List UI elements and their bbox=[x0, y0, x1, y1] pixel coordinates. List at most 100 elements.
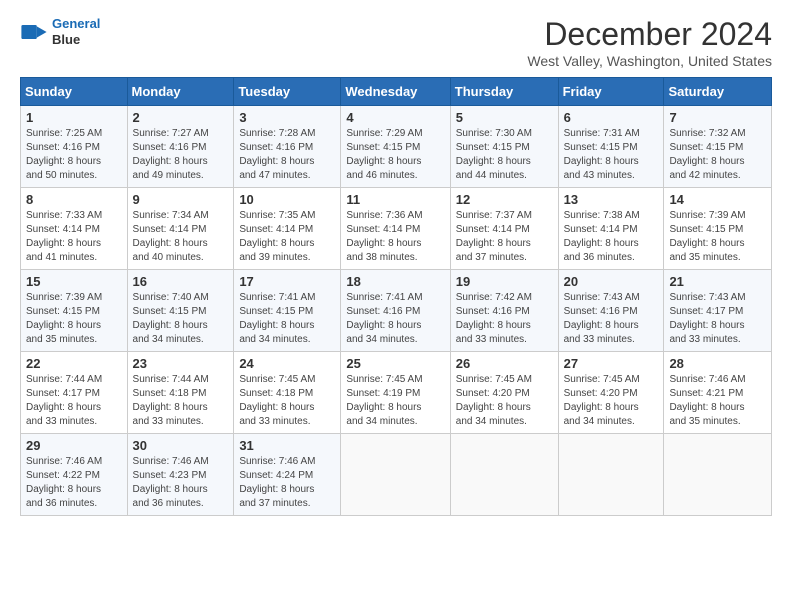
calendar-cell: 12 Sunrise: 7:37 AMSunset: 4:14 PMDayligh… bbox=[450, 188, 558, 270]
calendar-week: 8 Sunrise: 7:33 AMSunset: 4:14 PMDaylight… bbox=[21, 188, 772, 270]
calendar-cell: 28 Sunrise: 7:46 AMSunset: 4:21 PMDayligh… bbox=[664, 352, 772, 434]
calendar-week: 15 Sunrise: 7:39 AMSunset: 4:15 PMDayligh… bbox=[21, 270, 772, 352]
calendar-cell: 31 Sunrise: 7:46 AMSunset: 4:24 PMDayligh… bbox=[234, 434, 341, 516]
calendar-table: SundayMondayTuesdayWednesdayThursdayFrid… bbox=[20, 77, 772, 516]
day-info: Sunrise: 7:36 AMSunset: 4:14 PMDaylight:… bbox=[346, 209, 444, 265]
day-number: 13 bbox=[564, 192, 659, 207]
page-title: December 2024 bbox=[527, 16, 772, 53]
day-info: Sunrise: 7:43 AMSunset: 4:17 PMDaylight:… bbox=[669, 291, 766, 347]
day-info: Sunrise: 7:28 AMSunset: 4:16 PMDaylight:… bbox=[239, 127, 335, 183]
calendar-cell: 24 Sunrise: 7:45 AMSunset: 4:18 PMDayligh… bbox=[234, 352, 341, 434]
day-number: 9 bbox=[133, 192, 229, 207]
day-info: Sunrise: 7:45 AMSunset: 4:20 PMDaylight:… bbox=[564, 373, 659, 429]
day-number: 28 bbox=[669, 356, 766, 371]
calendar-cell: 5 Sunrise: 7:30 AMSunset: 4:15 PMDaylight… bbox=[450, 106, 558, 188]
day-number: 26 bbox=[456, 356, 553, 371]
day-number: 8 bbox=[26, 192, 122, 207]
day-number: 1 bbox=[26, 110, 122, 125]
day-number: 31 bbox=[239, 438, 335, 453]
day-number: 5 bbox=[456, 110, 553, 125]
calendar-cell: 20Sunrise: 7:43 AMSunset: 4:16 PMDayligh… bbox=[558, 270, 664, 352]
day-info: Sunrise: 7:42 AMSunset: 4:16 PMDaylight:… bbox=[456, 291, 553, 347]
day-info: Sunrise: 7:34 AMSunset: 4:14 PMDaylight:… bbox=[133, 209, 229, 265]
day-info: Sunrise: 7:30 AMSunset: 4:15 PMDaylight:… bbox=[456, 127, 553, 183]
header-day: Thursday bbox=[450, 78, 558, 106]
calendar-week: 22 Sunrise: 7:44 AMSunset: 4:17 PMDayligh… bbox=[21, 352, 772, 434]
day-number: 16 bbox=[133, 274, 229, 289]
day-number: 23 bbox=[133, 356, 229, 371]
day-info: Sunrise: 7:45 AMSunset: 4:20 PMDaylight:… bbox=[456, 373, 553, 429]
calendar-cell: 8 Sunrise: 7:33 AMSunset: 4:14 PMDaylight… bbox=[21, 188, 128, 270]
calendar-cell: 11 Sunrise: 7:36 AMSunset: 4:14 PMDayligh… bbox=[341, 188, 450, 270]
day-number: 15 bbox=[26, 274, 122, 289]
day-number: 3 bbox=[239, 110, 335, 125]
day-info: Sunrise: 7:35 AMSunset: 4:14 PMDaylight:… bbox=[239, 209, 335, 265]
day-number: 24 bbox=[239, 356, 335, 371]
day-info: Sunrise: 7:41 AMSunset: 4:15 PMDaylight:… bbox=[239, 291, 335, 347]
day-info: Sunrise: 7:45 AMSunset: 4:19 PMDaylight:… bbox=[346, 373, 444, 429]
header-day: Saturday bbox=[664, 78, 772, 106]
calendar-cell: 30Sunrise: 7:46 AMSunset: 4:23 PMDayligh… bbox=[127, 434, 234, 516]
day-info: Sunrise: 7:41 AMSunset: 4:16 PMDaylight:… bbox=[346, 291, 444, 347]
calendar-cell: 18Sunrise: 7:41 AMSunset: 4:16 PMDayligh… bbox=[341, 270, 450, 352]
calendar-body: 1 Sunrise: 7:25 AMSunset: 4:16 PMDaylight… bbox=[21, 106, 772, 516]
day-number: 22 bbox=[26, 356, 122, 371]
page-header: General Blue December 2024 West Valley, … bbox=[20, 16, 772, 69]
day-number: 12 bbox=[456, 192, 553, 207]
day-info: Sunrise: 7:46 AMSunset: 4:23 PMDaylight:… bbox=[133, 455, 229, 511]
page-subtitle: West Valley, Washington, United States bbox=[527, 53, 772, 69]
day-info: Sunrise: 7:33 AMSunset: 4:14 PMDaylight:… bbox=[26, 209, 122, 265]
day-info: Sunrise: 7:46 AMSunset: 4:24 PMDaylight:… bbox=[239, 455, 335, 511]
logo-icon bbox=[20, 18, 48, 46]
header-row: SundayMondayTuesdayWednesdayThursdayFrid… bbox=[21, 78, 772, 106]
calendar-cell bbox=[664, 434, 772, 516]
day-number: 29 bbox=[26, 438, 122, 453]
calendar-cell: 23 Sunrise: 7:44 AMSunset: 4:18 PMDayligh… bbox=[127, 352, 234, 434]
day-info: Sunrise: 7:25 AMSunset: 4:16 PMDaylight:… bbox=[26, 127, 122, 183]
day-info: Sunrise: 7:31 AMSunset: 4:15 PMDaylight:… bbox=[564, 127, 659, 183]
day-info: Sunrise: 7:39 AMSunset: 4:15 PMDaylight:… bbox=[26, 291, 122, 347]
calendar-cell: 4Sunrise: 7:29 AMSunset: 4:15 PMDaylight… bbox=[341, 106, 450, 188]
calendar-week: 1 Sunrise: 7:25 AMSunset: 4:16 PMDaylight… bbox=[21, 106, 772, 188]
calendar-cell bbox=[450, 434, 558, 516]
day-number: 14 bbox=[669, 192, 766, 207]
header-day: Monday bbox=[127, 78, 234, 106]
day-number: 21 bbox=[669, 274, 766, 289]
calendar-cell: 27 Sunrise: 7:45 AMSunset: 4:20 PMDayligh… bbox=[558, 352, 664, 434]
day-info: Sunrise: 7:46 AMSunset: 4:21 PMDaylight:… bbox=[669, 373, 766, 429]
calendar-cell bbox=[341, 434, 450, 516]
day-number: 20 bbox=[564, 274, 659, 289]
day-number: 19 bbox=[456, 274, 553, 289]
day-info: Sunrise: 7:39 AMSunset: 4:15 PMDaylight:… bbox=[669, 209, 766, 265]
day-info: Sunrise: 7:27 AMSunset: 4:16 PMDaylight:… bbox=[133, 127, 229, 183]
day-number: 11 bbox=[346, 192, 444, 207]
calendar-cell: 9 Sunrise: 7:34 AMSunset: 4:14 PMDaylight… bbox=[127, 188, 234, 270]
calendar-cell: 6 Sunrise: 7:31 AMSunset: 4:15 PMDaylight… bbox=[558, 106, 664, 188]
calendar-cell: 21 Sunrise: 7:43 AMSunset: 4:17 PMDayligh… bbox=[664, 270, 772, 352]
calendar-cell: 25 Sunrise: 7:45 AMSunset: 4:19 PMDayligh… bbox=[341, 352, 450, 434]
day-info: Sunrise: 7:37 AMSunset: 4:14 PMDaylight:… bbox=[456, 209, 553, 265]
day-info: Sunrise: 7:40 AMSunset: 4:15 PMDaylight:… bbox=[133, 291, 229, 347]
day-info: Sunrise: 7:44 AMSunset: 4:17 PMDaylight:… bbox=[26, 373, 122, 429]
day-number: 27 bbox=[564, 356, 659, 371]
day-info: Sunrise: 7:32 AMSunset: 4:15 PMDaylight:… bbox=[669, 127, 766, 183]
calendar-cell: 15 Sunrise: 7:39 AMSunset: 4:15 PMDayligh… bbox=[21, 270, 128, 352]
calendar-cell: 1 Sunrise: 7:25 AMSunset: 4:16 PMDaylight… bbox=[21, 106, 128, 188]
calendar-cell: 22 Sunrise: 7:44 AMSunset: 4:17 PMDayligh… bbox=[21, 352, 128, 434]
day-number: 7 bbox=[669, 110, 766, 125]
day-info: Sunrise: 7:45 AMSunset: 4:18 PMDaylight:… bbox=[239, 373, 335, 429]
day-number: 10 bbox=[239, 192, 335, 207]
day-info: Sunrise: 7:46 AMSunset: 4:22 PMDaylight:… bbox=[26, 455, 122, 511]
day-number: 6 bbox=[564, 110, 659, 125]
header-day: Wednesday bbox=[341, 78, 450, 106]
calendar-cell: 3 Sunrise: 7:28 AMSunset: 4:16 PMDaylight… bbox=[234, 106, 341, 188]
title-block: December 2024 West Valley, Washington, U… bbox=[527, 16, 772, 69]
day-info: Sunrise: 7:44 AMSunset: 4:18 PMDaylight:… bbox=[133, 373, 229, 429]
logo-text: General Blue bbox=[52, 16, 100, 47]
day-number: 4 bbox=[346, 110, 444, 125]
calendar-cell: 14 Sunrise: 7:39 AMSunset: 4:15 PMDayligh… bbox=[664, 188, 772, 270]
day-number: 25 bbox=[346, 356, 444, 371]
header-day: Friday bbox=[558, 78, 664, 106]
calendar-cell: 13Sunrise: 7:38 AMSunset: 4:14 PMDayligh… bbox=[558, 188, 664, 270]
calendar-cell: 26 Sunrise: 7:45 AMSunset: 4:20 PMDayligh… bbox=[450, 352, 558, 434]
